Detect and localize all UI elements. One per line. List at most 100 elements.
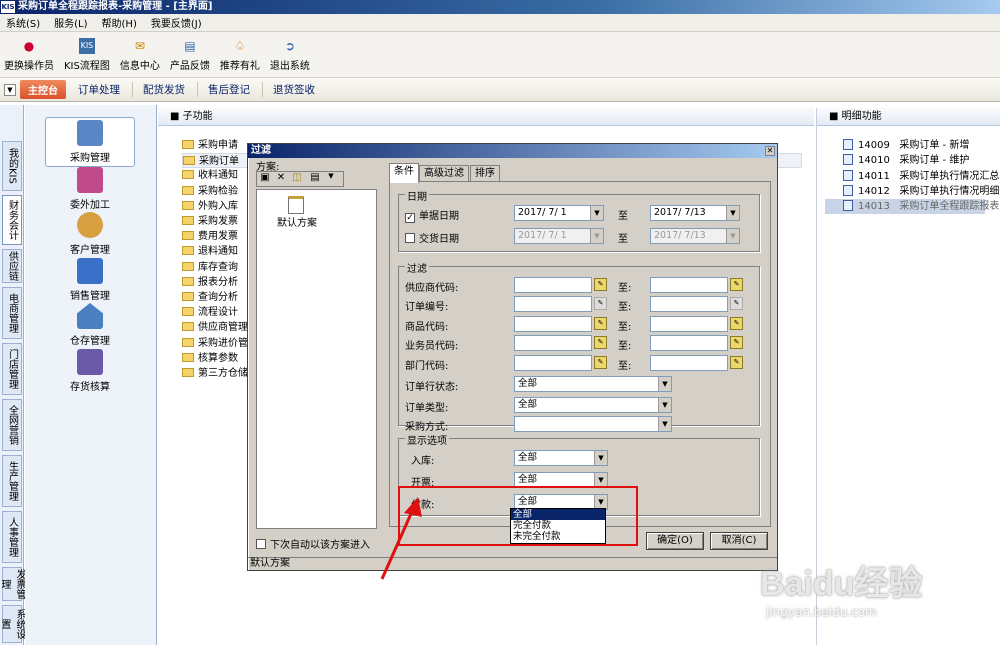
module-sales[interactable]: 销售管理 xyxy=(45,258,135,302)
chevron-down-icon[interactable]: ▼ xyxy=(658,377,671,391)
bill-date-to[interactable]: 2017/ 7/13 ▼ xyxy=(650,205,740,221)
save-icon[interactable]: ▣ xyxy=(257,172,273,186)
product-feedback-button[interactable]: ▤ 产品反馈 xyxy=(170,38,210,77)
nav-distribution-shipping[interactable]: 配货发货 xyxy=(132,82,195,97)
menu-help[interactable]: 帮助(H) xyxy=(102,15,137,30)
menu-system[interactable]: 系统(S) xyxy=(6,15,40,30)
subfunction-item[interactable]: 采购发票 xyxy=(182,214,238,229)
close-icon[interactable]: ✕ xyxy=(765,146,775,156)
menu-service[interactable]: 服务(L) xyxy=(54,15,87,30)
filter-from-input[interactable] xyxy=(514,296,592,313)
lookup-icon[interactable]: ✎ xyxy=(730,336,743,350)
delivery-date-checkbox[interactable]: 交货日期 xyxy=(405,230,459,245)
purchase-method-select[interactable]: ▼ xyxy=(514,416,672,432)
module-inventory-costing[interactable]: 存货核算 xyxy=(45,349,135,393)
vtab-hr[interactable]: 人事管理 xyxy=(2,511,22,563)
vtab-supply-chain[interactable]: 供应链 xyxy=(2,249,22,283)
chevron-down-icon[interactable]: ▼ xyxy=(590,206,603,220)
menu-feedback[interactable]: 我要反馈(J) xyxy=(151,15,202,30)
tab-advanced-filter[interactable]: 高级过滤 xyxy=(419,165,469,182)
vtab-finance[interactable]: 财务会计 xyxy=(2,195,22,245)
subfunction-item[interactable]: 费用发票 xyxy=(182,229,238,244)
chevron-down-icon[interactable]: ▼ xyxy=(658,398,671,412)
filter-to-input[interactable] xyxy=(650,315,728,332)
subfunction-item[interactable]: 核算参数 xyxy=(182,351,238,366)
kis-flowchart-button[interactable]: KIS KIS流程图 xyxy=(64,38,110,77)
subfunction-item[interactable]: 外购入库 xyxy=(182,199,238,214)
lookup-icon[interactable]: ✎ xyxy=(594,336,607,350)
options-icon[interactable]: ▤ xyxy=(305,172,325,186)
order-type-select[interactable]: 全部 ▼ xyxy=(514,397,672,413)
nav-return-receipt[interactable]: 退货签收 xyxy=(262,82,325,97)
lookup-icon[interactable]: ✎ xyxy=(730,278,743,291)
subfunction-item[interactable]: 报表分析 xyxy=(182,275,238,290)
subfunction-item[interactable]: 收料通知 xyxy=(182,168,238,183)
auto-enter-checkbox[interactable]: 下次自动以该方案进入 xyxy=(256,536,370,551)
filter-to-input[interactable] xyxy=(650,296,728,313)
lookup-icon[interactable]: ✎ xyxy=(594,316,607,330)
chevron-down-icon[interactable]: ▼ xyxy=(726,206,739,220)
filter-from-input[interactable] xyxy=(514,335,592,352)
subfunction-item[interactable]: 库存查询 xyxy=(182,260,238,275)
switch-operator-button[interactable]: ● 更换操作员 xyxy=(4,38,54,77)
nav-after-sales[interactable]: 售后登记 xyxy=(197,82,260,97)
subfunction-item[interactable]: 查询分析 xyxy=(182,290,238,305)
filter-from-input[interactable] xyxy=(514,315,592,332)
module-customer[interactable]: 客户管理 xyxy=(45,212,135,256)
subfunction-item[interactable]: 流程设计 xyxy=(182,305,238,320)
exit-system-button[interactable]: ➲ 退出系统 xyxy=(270,38,310,77)
delete-icon[interactable]: ✕ xyxy=(273,172,289,186)
referral-gift-button[interactable]: ♤ 推荐有礼 xyxy=(220,38,260,77)
subfunction-item[interactable]: 采购申请 xyxy=(182,138,238,153)
module-outsourcing[interactable]: 委外加工 xyxy=(45,167,135,211)
detail-item[interactable]: 14013 采购订单全程跟踪报表 xyxy=(825,199,999,215)
vtab-ecommerce[interactable]: 电商管理 xyxy=(2,287,22,339)
cancel-button[interactable]: 取消(C) xyxy=(710,532,768,550)
lookup-icon[interactable]: ✎ xyxy=(594,355,607,369)
chevron-down-icon[interactable]: ▼ xyxy=(594,451,607,465)
chevron-down-icon[interactable]: ▼ xyxy=(658,417,671,431)
detail-item[interactable]: 14011 采购订单执行情况汇总表 xyxy=(843,169,1000,184)
vtab-my-kis[interactable]: 我的KIS xyxy=(2,141,22,191)
filter-to-input[interactable] xyxy=(650,335,728,352)
copy-icon[interactable]: ◫ xyxy=(289,172,305,186)
lookup-icon[interactable]: ✎ xyxy=(730,316,743,330)
vtab-settings[interactable]: 系统设置 xyxy=(0,605,25,643)
scheme-item[interactable]: 默认方案 xyxy=(277,196,317,229)
module-purchase[interactable]: 采购管理 xyxy=(45,117,135,167)
tab-sort[interactable]: 排序 xyxy=(470,165,500,182)
chevron-down-icon[interactable]: ▼ xyxy=(594,473,607,487)
subfunction-item[interactable]: 采购检验 xyxy=(182,184,238,199)
vtab-invoice[interactable]: 发票管理 xyxy=(0,567,25,601)
bill-date-from[interactable]: 2017/ 7/ 1 ▼ xyxy=(514,205,604,221)
nav-home-button[interactable]: 主控台 xyxy=(20,80,66,99)
module-warehouse[interactable]: 仓存管理 xyxy=(45,303,135,347)
chevron-down-icon[interactable]: ▼ xyxy=(325,172,337,186)
lookup-icon[interactable]: ✎ xyxy=(594,278,607,291)
filter-to-input[interactable] xyxy=(650,354,728,371)
vtab-production[interactable]: 生产管理 xyxy=(2,455,22,507)
line-status-select[interactable]: 全部 ▼ xyxy=(514,376,672,392)
subfunction-item[interactable]: 第三方仓储 xyxy=(182,366,248,381)
subfunction-item[interactable]: 退料通知 xyxy=(182,244,238,259)
nav-order-processing[interactable]: 订单处理 xyxy=(68,82,130,97)
subfunction-item[interactable]: 采购进价管 xyxy=(182,336,248,351)
bill-date-checkbox[interactable]: ✓ 单据日期 xyxy=(405,207,459,223)
info-center-button[interactable]: ✉ 信息中心 xyxy=(120,38,160,77)
chevron-down-icon[interactable]: ▼ xyxy=(4,84,16,96)
lookup-icon[interactable]: ✎ xyxy=(594,297,607,311)
tab-conditions[interactable]: 条件 xyxy=(389,163,419,183)
vtab-marketing[interactable]: 全网营销 xyxy=(2,399,22,451)
filter-from-input[interactable] xyxy=(514,277,592,293)
ok-button[interactable]: 确定(O) xyxy=(646,532,704,550)
lookup-icon[interactable]: ✎ xyxy=(730,297,743,311)
vtab-store[interactable]: 门店管理 xyxy=(2,343,22,395)
detail-item[interactable]: 14012 采购订单执行情况明细表 xyxy=(843,184,1000,199)
filter-to-input[interactable] xyxy=(650,277,728,293)
subfunction-item[interactable]: 供应商管理 xyxy=(182,320,248,335)
filter-from-input[interactable] xyxy=(514,354,592,371)
detail-item[interactable]: 14009 采购订单 - 新增 xyxy=(843,138,969,153)
instock-select[interactable]: 全部 ▼ xyxy=(514,450,608,466)
detail-item[interactable]: 14010 采购订单 - 维护 xyxy=(843,153,969,168)
lookup-icon[interactable]: ✎ xyxy=(730,355,743,369)
